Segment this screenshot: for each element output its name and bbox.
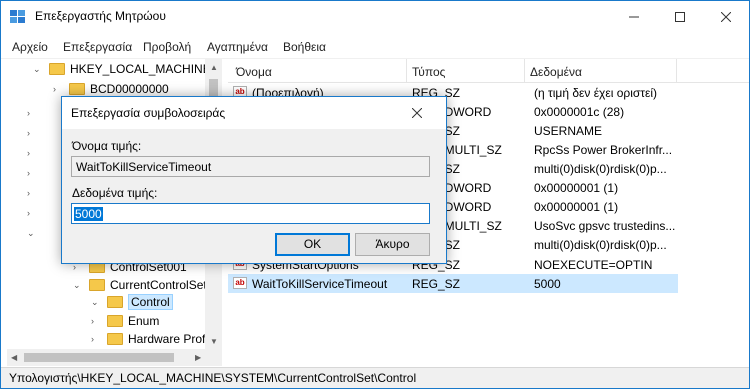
tree-item-label: CurrentControlSet (110, 278, 207, 292)
value-data: multi(0)disk(0)rdisk(0)p... (534, 238, 667, 252)
selected-text: 5000 (74, 207, 103, 221)
expand-icon[interactable]: ⌄ (91, 297, 99, 308)
folder-icon (89, 279, 105, 291)
close-icon (721, 11, 731, 22)
expand-icon[interactable]: › (27, 188, 30, 198)
folder-icon (107, 296, 123, 308)
dialog-title: Επεξεργασία συμβολοσειράς (71, 106, 226, 120)
value-data: USERNAME (534, 124, 603, 138)
column-divider[interactable] (406, 59, 407, 83)
expand-icon[interactable]: › (27, 208, 30, 218)
value-data: 0x0000001c (28) (534, 105, 625, 119)
window-title: Επεξεργαστής Μητρώου (35, 9, 166, 23)
value-name-field: WaitToKillServiceTimeout (71, 156, 430, 177)
dialog-close-button[interactable] (388, 97, 446, 129)
expand-icon[interactable]: › (27, 168, 30, 178)
maximize-button[interactable] (657, 1, 703, 32)
tree-item-label: Hardware Prof (128, 332, 206, 346)
value-data-input[interactable]: 5000 (71, 203, 430, 224)
expand-icon[interactable]: › (91, 334, 94, 344)
column-header-type[interactable]: Τύπος (412, 65, 445, 79)
scroll-down-icon[interactable]: ▼ (210, 337, 218, 346)
expand-icon[interactable]: ⌄ (33, 64, 41, 75)
expand-icon[interactable]: › (27, 108, 30, 118)
cancel-button[interactable]: Άκυρο (355, 233, 430, 256)
tree-item-enum[interactable]: › Enum (91, 311, 160, 331)
tree-item-label: Enum (128, 314, 160, 328)
list-header: Όνομα Τύπος Δεδομένα (228, 59, 749, 83)
value-data: UsoSvc gpsvc trustedins... (534, 219, 676, 233)
menu-favorites[interactable]: Αγαπημένα (207, 40, 268, 54)
ok-button[interactable]: OK (275, 233, 350, 256)
tree-item-control[interactable]: ⌄ Control (91, 292, 173, 312)
value-name-label: Όνομα τιμής: (72, 139, 142, 153)
menu-help[interactable]: Βοήθεια (283, 40, 326, 54)
folder-icon (107, 333, 123, 345)
value-name: WaitToKillServiceTimeout (252, 277, 388, 291)
menu-file[interactable]: Αρχείο (12, 40, 48, 54)
value-data: 0x00000001 (1) (534, 181, 619, 195)
column-header-data[interactable]: Δεδομένα (530, 65, 582, 79)
expand-icon[interactable]: ⌄ (73, 280, 81, 291)
registry-editor-icon (10, 10, 25, 23)
value-data-label: Δεδομένα τιμής: (72, 186, 158, 200)
scroll-right-icon[interactable]: ▶ (195, 353, 201, 362)
value-data: NOEXECUTE=OPTIN (534, 258, 653, 272)
menu-bar: Αρχείο Επεξεργασία Προβολή Αγαπημένα Βοή… (1, 32, 749, 59)
status-bar: Υπολογιστής\HKEY_LOCAL_MACHINE\SYSTEM\Cu… (1, 367, 749, 388)
string-value-icon: ab (233, 277, 247, 289)
minimize-icon (629, 16, 639, 17)
folder-icon (69, 83, 85, 95)
expand-icon[interactable]: › (27, 148, 30, 158)
scroll-left-icon[interactable]: ◀ (11, 353, 17, 362)
column-divider[interactable] (524, 59, 525, 83)
menu-view[interactable]: Προβολή (143, 40, 191, 54)
folder-icon (107, 315, 123, 327)
close-icon (412, 108, 422, 118)
dialog-title-bar: Επεξεργασία συμβολοσειράς (62, 97, 446, 129)
menu-edit[interactable]: Επεξεργασία (63, 40, 132, 54)
edit-string-dialog: Επεξεργασία συμβολοσειράς Όνομα τιμής: W… (61, 96, 447, 264)
expand-icon[interactable]: ⌄ (27, 228, 35, 239)
value-data: 5000 (534, 277, 561, 291)
list-item-selected[interactable]: ab WaitToKillServiceTimeout REG_SZ 5000 (228, 274, 678, 293)
value-data: (η τιμή δεν έχει οριστεί) (534, 86, 658, 100)
column-header-name[interactable]: Όνομα (236, 65, 272, 79)
tree-horizontal-scrollbar[interactable]: ◀ ▶ (7, 349, 222, 366)
tree-item-label: BCD00000000 (90, 82, 169, 96)
key-path: Υπολογιστής\HKEY_LOCAL_MACHINE\SYSTEM\Cu… (9, 371, 417, 385)
value-data: multi(0)disk(0)rdisk(0)p... (534, 162, 667, 176)
scroll-up-icon[interactable]: ▲ (210, 63, 218, 72)
expand-icon[interactable]: › (53, 84, 56, 94)
value-data: RpcSs Power BrokerInfr... (534, 143, 673, 157)
tree-item-hklm[interactable]: ⌄ HKEY_LOCAL_MACHINE (33, 59, 211, 79)
scrollbar-thumb[interactable] (24, 353, 174, 362)
column-divider[interactable] (676, 59, 677, 83)
folder-icon (49, 63, 65, 75)
tree-item-label: Control (128, 294, 173, 310)
close-button[interactable] (703, 1, 749, 32)
expand-icon[interactable]: › (27, 128, 30, 138)
value-data: 0x00000001 (1) (534, 200, 619, 214)
tree-item-label: HKEY_LOCAL_MACHINE (70, 62, 211, 76)
minimize-button[interactable] (611, 1, 657, 32)
expand-icon[interactable]: › (91, 316, 94, 326)
title-bar: Επεξεργαστής Μητρώου (1, 1, 749, 32)
maximize-icon (675, 11, 685, 22)
value-type: REG_SZ (412, 277, 461, 291)
tree-item-hardware-profiles[interactable]: › Hardware Prof (91, 329, 206, 349)
